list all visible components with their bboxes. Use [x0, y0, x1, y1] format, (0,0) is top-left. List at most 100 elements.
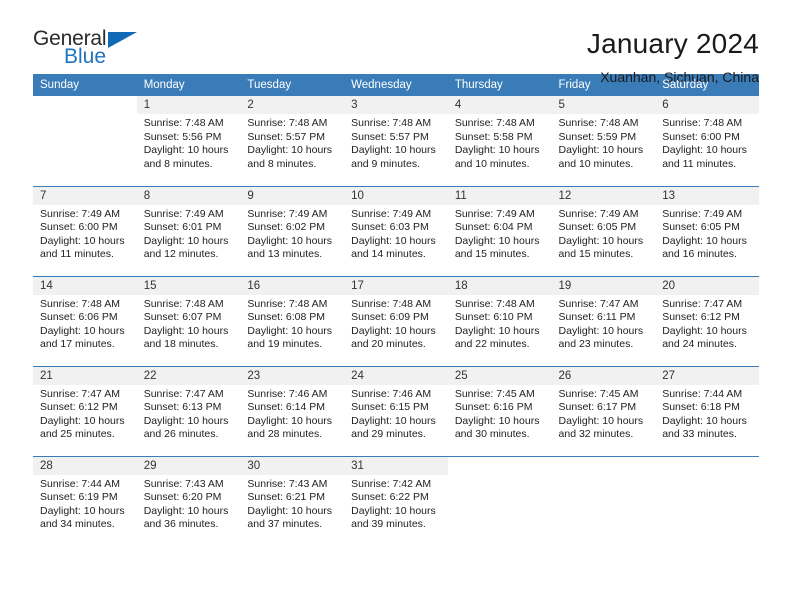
day-details: Sunrise: 7:49 AM Sunset: 6:02 PM Daylight:…: [240, 205, 344, 262]
day-cell[interactable]: 24 Sunrise: 7:46 AM Sunset: 6:15 PM Dayligh…: [344, 365, 448, 456]
sunrise-text: Sunrise: 7:49 AM: [454, 207, 535, 220]
daylight-text: Daylight: 10 hours and 16 minutes.: [662, 234, 747, 261]
sunrise-text: Sunrise: 7:47 AM: [40, 387, 120, 400]
day-cell[interactable]: 28 Sunrise: 7:44 AM Sunset: 6:19 PM Dayligh…: [33, 455, 137, 546]
day-cell[interactable]: 19 Sunrise: 7:47 AM Sunset: 6:11 PM Dayligh…: [551, 275, 656, 366]
day-details: Sunrise: 7:49 AM Sunset: 6:04 PM Daylight:…: [448, 205, 552, 262]
sunset-text: Sunset: 5:56 PM: [143, 130, 222, 143]
day-cell[interactable]: 31 Sunrise: 7:42 AM Sunset: 6:22 PM Dayligh…: [344, 455, 448, 546]
day-details: Sunrise: 7:43 AM Sunset: 6:20 PM Daylight:…: [137, 475, 241, 532]
day-cell[interactable]: 12 Sunrise: 7:49 AM Sunset: 6:05 PM Dayligh…: [551, 185, 656, 276]
day-number: 30: [240, 456, 345, 475]
day-details: Sunrise: 7:42 AM Sunset: 6:22 PM Daylight:…: [344, 475, 448, 532]
day-cell[interactable]: 6 Sunrise: 7:48 AM Sunset: 6:00 PM Daylight…: [655, 96, 759, 186]
sunrise-text: Sunrise: 7:43 AM: [143, 477, 224, 490]
sunrise-text: Sunrise: 7:47 AM: [662, 297, 743, 310]
day-cell-empty: [655, 455, 759, 546]
sunset-text: Sunset: 6:07 PM: [143, 311, 222, 324]
day-number: 8: [136, 186, 241, 205]
logo-text-blue: Blue: [64, 45, 107, 68]
day-details: Sunrise: 7:48 AM Sunset: 6:08 PM Daylight:…: [240, 295, 344, 352]
day-details: Sunrise: 7:48 AM Sunset: 6:10 PM Daylight:…: [448, 295, 552, 352]
day-cell[interactable]: 27 Sunrise: 7:44 AM Sunset: 6:18 PM Dayligh…: [655, 365, 759, 456]
day-cell[interactable]: 14 Sunrise: 7:48 AM Sunset: 6:06 PM Dayligh…: [33, 275, 137, 366]
daylight-text: Daylight: 10 hours and 11 minutes.: [40, 234, 125, 261]
day-details: Sunrise: 7:47 AM Sunset: 6:13 PM Daylight:…: [137, 385, 241, 442]
day-details: Sunrise: 7:44 AM Sunset: 6:18 PM Daylight:…: [655, 385, 759, 442]
daylight-text: Daylight: 10 hours and 23 minutes.: [558, 324, 644, 351]
title-block: January 2024 Xuanhan, Sichuan, China: [587, 28, 759, 85]
day-number: 14: [33, 276, 137, 295]
daylight-text: Daylight: 10 hours and 14 minutes.: [351, 234, 436, 261]
day-cell[interactable]: 9 Sunrise: 7:49 AM Sunset: 6:02 PM Daylight…: [240, 185, 345, 276]
day-number: 9: [240, 186, 345, 205]
day-number: 2: [240, 96, 345, 114]
day-number: 25: [447, 366, 552, 385]
sunrise-text: Sunrise: 7:49 AM: [247, 207, 328, 220]
day-number: 23: [240, 366, 345, 385]
day-details: Sunrise: 7:48 AM Sunset: 5:56 PM Daylight:…: [137, 114, 241, 171]
day-details: Sunrise: 7:49 AM Sunset: 6:00 PM Daylight:…: [33, 205, 137, 262]
day-cell[interactable]: 15 Sunrise: 7:48 AM Sunset: 6:07 PM Dayligh…: [136, 275, 241, 366]
sunrise-text: Sunrise: 7:48 AM: [662, 117, 743, 129]
sunset-text: Sunset: 6:08 PM: [247, 311, 326, 324]
day-cell[interactable]: 2 Sunrise: 7:48 AM Sunset: 5:57 PM Daylight…: [240, 96, 345, 186]
day-details: Sunrise: 7:46 AM Sunset: 6:14 PM Daylight:…: [240, 385, 344, 442]
day-cell[interactable]: 23 Sunrise: 7:46 AM Sunset: 6:14 PM Dayligh…: [240, 365, 345, 456]
sunset-text: Sunset: 6:12 PM: [662, 311, 740, 324]
page-header: General Blue January 2024 Xuanhan, Sichu…: [33, 0, 759, 85]
day-cell[interactable]: 5 Sunrise: 7:48 AM Sunset: 5:59 PM Daylight…: [551, 96, 656, 186]
day-cell[interactable]: 26 Sunrise: 7:45 AM Sunset: 6:17 PM Dayligh…: [551, 365, 656, 456]
day-cell[interactable]: 22 Sunrise: 7:47 AM Sunset: 6:13 PM Dayligh…: [136, 365, 241, 456]
day-cell-empty: [447, 455, 552, 546]
day-details: Sunrise: 7:49 AM Sunset: 6:01 PM Daylight:…: [137, 205, 241, 262]
day-cell[interactable]: 16 Sunrise: 7:48 AM Sunset: 6:08 PM Dayligh…: [240, 275, 345, 366]
day-cell[interactable]: 18 Sunrise: 7:48 AM Sunset: 6:10 PM Dayligh…: [447, 275, 552, 366]
day-number: 18: [447, 276, 552, 295]
day-cell[interactable]: 17 Sunrise: 7:48 AM Sunset: 6:09 PM Dayligh…: [344, 275, 448, 366]
day-cell[interactable]: 11 Sunrise: 7:49 AM Sunset: 6:04 PM Dayligh…: [447, 185, 552, 276]
day-cell[interactable]: 20 Sunrise: 7:47 AM Sunset: 6:12 PM Dayligh…: [655, 275, 759, 366]
day-cell-empty: [551, 455, 656, 546]
daylight-text: Daylight: 10 hours and 15 minutes.: [558, 234, 644, 261]
daylight-text: Daylight: 10 hours and 33 minutes.: [662, 414, 747, 441]
sunset-text: Sunset: 5:59 PM: [558, 130, 637, 143]
daylight-text: Daylight: 10 hours and 39 minutes.: [351, 504, 436, 531]
calendar-week-row: 28 Sunrise: 7:44 AM Sunset: 6:19 PM Dayligh…: [33, 455, 759, 546]
day-number: [551, 456, 656, 475]
daylight-text: Daylight: 10 hours and 24 minutes.: [662, 324, 747, 351]
day-cell[interactable]: 1 Sunrise: 7:48 AM Sunset: 5:56 PM Daylight…: [136, 96, 241, 186]
daylight-text: Daylight: 10 hours and 28 minutes.: [247, 414, 333, 441]
day-details: Sunrise: 7:45 AM Sunset: 6:17 PM Daylight:…: [552, 385, 656, 442]
day-cell[interactable]: 7 Sunrise: 7:49 AM Sunset: 6:00 PM Daylight…: [33, 185, 137, 276]
daylight-text: Daylight: 10 hours and 30 minutes.: [454, 414, 540, 441]
day-cell[interactable]: 10 Sunrise: 7:49 AM Sunset: 6:03 PM Dayligh…: [344, 185, 448, 276]
daylight-text: Daylight: 10 hours and 20 minutes.: [351, 324, 436, 351]
sunset-text: Sunset: 6:14 PM: [247, 401, 326, 414]
day-cell[interactable]: 29 Sunrise: 7:43 AM Sunset: 6:20 PM Dayligh…: [136, 455, 241, 546]
day-number: 19: [551, 276, 656, 295]
sunrise-text: Sunrise: 7:44 AM: [40, 477, 120, 490]
day-cell[interactable]: 30 Sunrise: 7:43 AM Sunset: 6:21 PM Dayligh…: [240, 455, 345, 546]
day-cell[interactable]: 21 Sunrise: 7:47 AM Sunset: 6:12 PM Dayligh…: [33, 365, 137, 456]
day-cell[interactable]: 13 Sunrise: 7:49 AM Sunset: 6:05 PM Dayligh…: [655, 185, 759, 276]
logo[interactable]: General Blue: [33, 28, 153, 76]
day-number: [447, 456, 552, 475]
day-details: Sunrise: 7:44 AM Sunset: 6:19 PM Daylight:…: [33, 475, 137, 532]
daylight-text: Daylight: 10 hours and 13 minutes.: [247, 234, 333, 261]
day-cell[interactable]: 8 Sunrise: 7:49 AM Sunset: 6:01 PM Daylight…: [136, 185, 241, 276]
day-cell[interactable]: 4 Sunrise: 7:48 AM Sunset: 5:58 PM Daylight…: [447, 96, 552, 186]
day-details: Sunrise: 7:48 AM Sunset: 5:57 PM Daylight:…: [344, 114, 448, 171]
sunset-text: Sunset: 5:57 PM: [351, 130, 429, 143]
daylight-text: Daylight: 10 hours and 17 minutes.: [40, 324, 125, 351]
day-number: 5: [551, 96, 656, 114]
day-number: 29: [136, 456, 241, 475]
day-cell[interactable]: 25 Sunrise: 7:45 AM Sunset: 6:16 PM Dayligh…: [447, 365, 552, 456]
daylight-text: Daylight: 10 hours and 22 minutes.: [454, 324, 540, 351]
calendar-week-row: 21 Sunrise: 7:47 AM Sunset: 6:12 PM Dayligh…: [33, 365, 759, 456]
sunset-text: Sunset: 6:11 PM: [558, 311, 636, 324]
sunset-text: Sunset: 6:10 PM: [454, 311, 533, 324]
day-cell[interactable]: 3 Sunrise: 7:48 AM Sunset: 5:57 PM Daylight…: [344, 96, 448, 186]
sunrise-text: Sunrise: 7:45 AM: [558, 387, 639, 400]
sunset-text: Sunset: 6:04 PM: [454, 221, 533, 234]
